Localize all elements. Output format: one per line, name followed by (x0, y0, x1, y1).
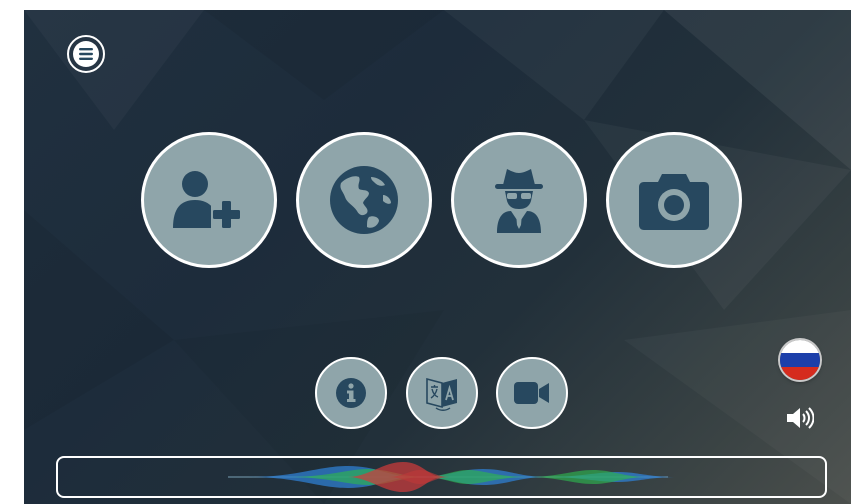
background-pattern (24, 10, 851, 504)
globe-button[interactable] (296, 132, 432, 268)
info-button[interactable] (315, 357, 387, 429)
translate-button[interactable] (406, 357, 478, 429)
siri-waveform-icon (228, 462, 678, 492)
speaker-button[interactable] (784, 402, 816, 434)
speaker-volume-icon (787, 407, 814, 429)
translate-icon (426, 377, 457, 411)
spy-icon (495, 169, 543, 233)
russia-flag-icon[interactable] (780, 340, 820, 380)
camera-button[interactable] (606, 132, 742, 268)
app-screen (24, 10, 851, 504)
flag-stripe-white (780, 340, 820, 354)
video-camera-icon (514, 382, 549, 404)
user-plus-icon (173, 171, 241, 230)
flag-stripe-red (780, 366, 820, 380)
camera-icon (639, 174, 709, 230)
add-contact-button[interactable] (141, 132, 277, 268)
menu-button[interactable] (67, 35, 105, 73)
hamburger-menu-icon (73, 41, 99, 67)
flag-stripe-blue (780, 353, 820, 367)
info-icon (336, 378, 366, 408)
incognito-button[interactable] (451, 132, 587, 268)
voice-input-bar[interactable] (56, 456, 827, 498)
globe-icon (330, 166, 398, 234)
video-button[interactable] (496, 357, 568, 429)
